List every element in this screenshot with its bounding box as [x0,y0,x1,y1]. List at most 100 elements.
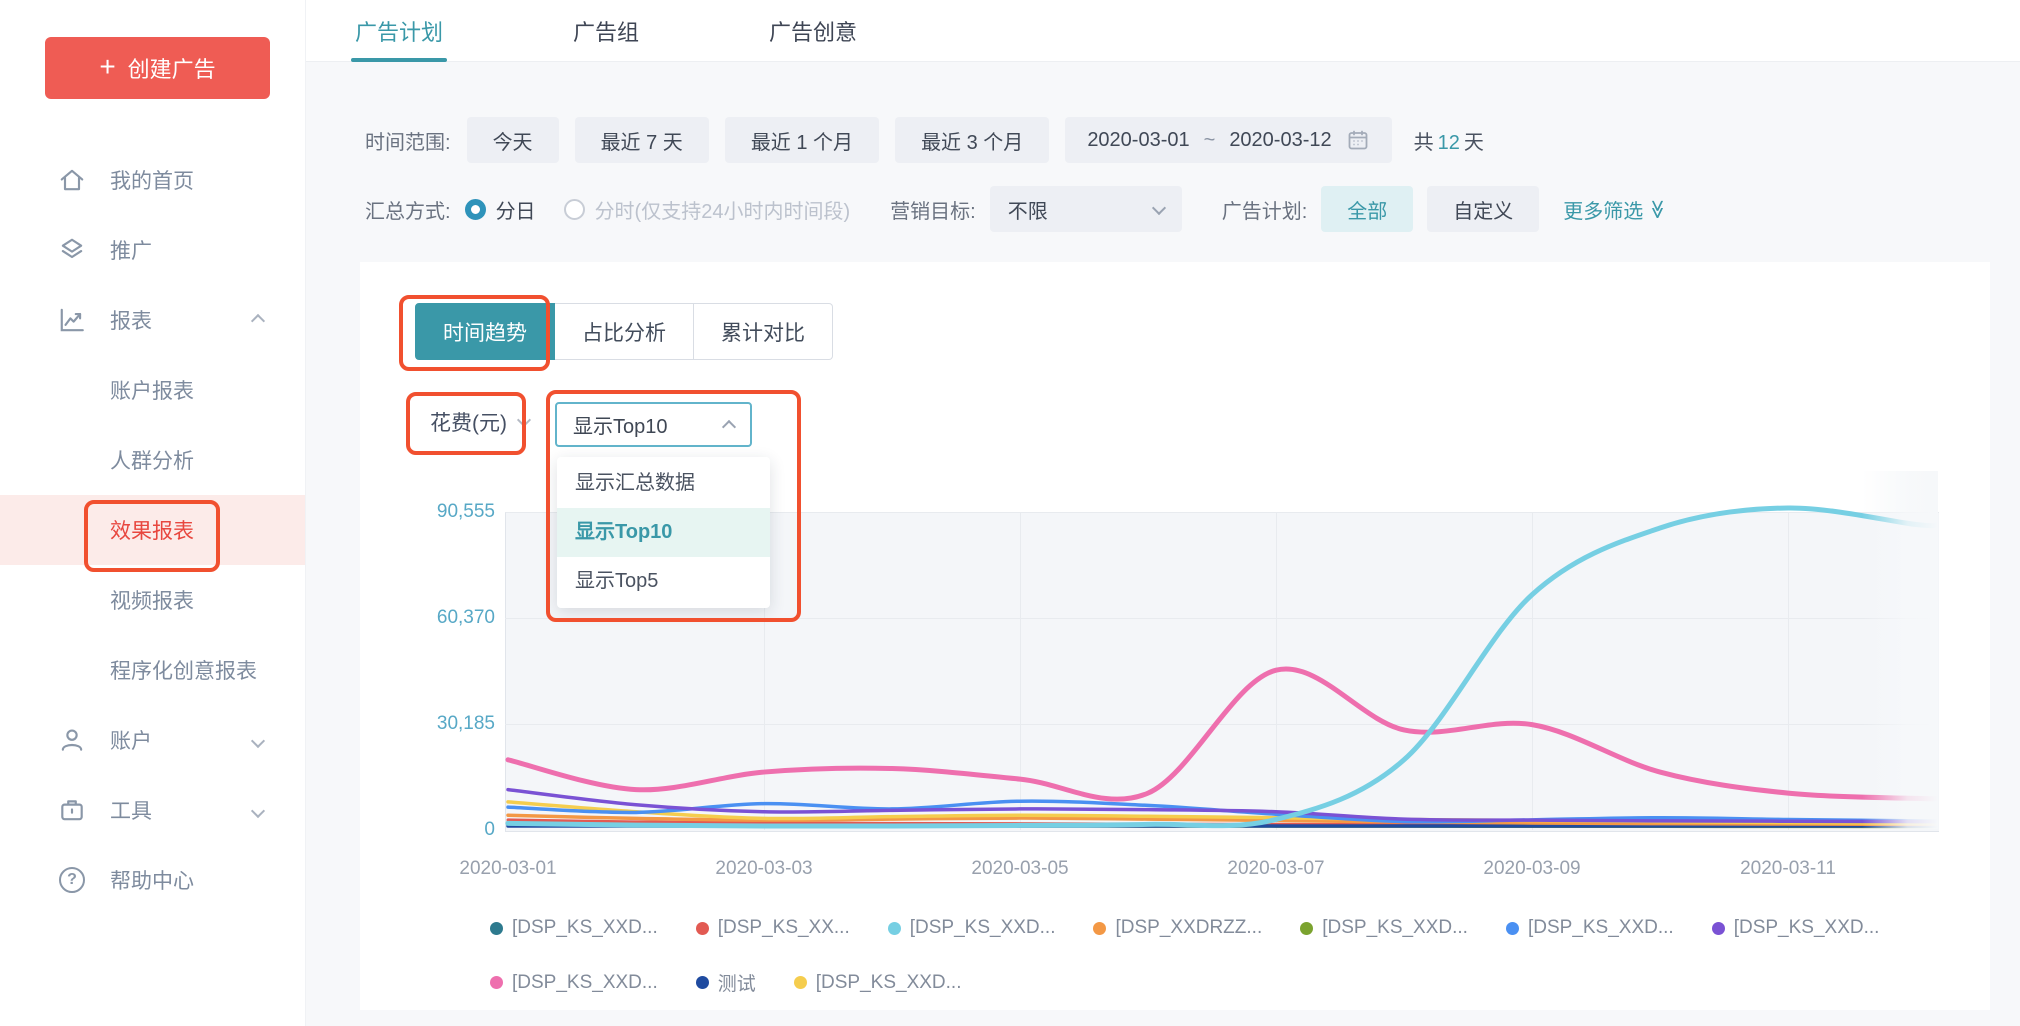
horizontal-gridline [505,618,1938,619]
time-range-label: 时间范围: [365,126,451,155]
topn-select-value: 显示Top10 [573,410,668,439]
sidebar-subitem-效果报表[interactable]: 效果报表 [0,495,305,565]
quick-range-chip-最近 7 天[interactable]: 最近 7 天 [575,117,709,163]
legend-label: [DSP_KS_XXD... [910,917,1056,939]
campaign-custom-chip[interactable]: 自定义 [1427,186,1539,232]
top-tab-bar: 广告计划 广告组 广告创意 [305,0,2020,62]
topn-option-显示Top5[interactable]: 显示Top5 [557,557,770,606]
sidebar-item-推广[interactable]: 推广 [0,215,305,285]
more-filters-label: 更多筛选 [1563,195,1643,224]
topn-option-显示汇总数据[interactable]: 显示汇总数据 [557,459,770,508]
x-tick-label: 2020-03-05 [945,858,1095,880]
sidebar-item-我的首页[interactable]: 我的首页 [0,145,305,215]
chevron-down-icon [517,413,531,427]
double-chevron-down-icon: ≫ [1648,199,1667,219]
sidebar-item-label: 报表 [110,305,152,335]
x-tick-label: 2020-03-03 [689,858,839,880]
create-ad-button[interactable]: + 创建广告 [45,37,270,99]
vertical-gridline [1532,512,1533,830]
topn-select[interactable]: 显示Top10 [555,402,752,447]
chart-tab-占比分析[interactable]: 占比分析 [555,303,694,360]
x-tick-label: 2020-03-07 [1201,858,1351,880]
legend-item[interactable]: [DSP_KS_XXD... [794,969,962,996]
legend-dot [490,922,503,935]
legend-item[interactable]: [DSP_KS_XX... [696,917,850,939]
radio-by-day-label[interactable]: 分日 [496,195,536,224]
legend-dot [1712,922,1725,935]
chevron-up-icon [722,419,736,433]
chart-tab-累计对比[interactable]: 累计对比 [694,303,833,360]
y-tick-label: 60,370 [377,607,495,629]
sidebar-item-帮助中心[interactable]: ?帮助中心 [0,845,305,915]
quick-range-chip-最近 1 个月[interactable]: 最近 1 个月 [725,117,879,163]
date-start[interactable]: 2020-03-01 [1087,129,1189,152]
summary-label: 汇总方式: [365,195,451,224]
create-ad-label: 创建广告 [128,52,216,84]
y-tick-label: 0 [377,819,495,841]
legend-item[interactable]: [DSP_KS_XXD... [1712,917,1880,939]
help-icon: ? [58,866,86,894]
tab-广告组[interactable]: 广告组 [573,0,639,62]
topn-option-显示Top10[interactable]: 显示Top10 [557,508,770,557]
legend-item[interactable]: [DSP_KS_XXD... [490,917,658,939]
horizontal-gridline [505,724,1938,725]
report-submenu: 账户报表人群分析效果报表视频报表程序化创意报表 [0,355,305,705]
sidebar-subitem-人群分析[interactable]: 人群分析 [0,425,305,495]
sidebar-item-报表[interactable]: 报表 [0,285,305,355]
tab-广告计划[interactable]: 广告计划 [355,0,443,62]
legend-dot [490,976,503,989]
topn-dropdown: 显示汇总数据显示Top10显示Top5 [557,457,770,608]
sidebar-subitem-程序化创意报表[interactable]: 程序化创意报表 [0,635,305,705]
chart-legend-row-1: [DSP_KS_XXD... [DSP_KS_XX... [DSP_KS_XXD..… [490,917,1879,939]
legend-item[interactable]: [DSP_XXDRZZ... [1093,917,1262,939]
date-tilde: ~ [1204,129,1216,152]
marketing-goal-value: 不限 [1008,195,1048,224]
date-range-picker[interactable]: 2020-03-01 ~ 2020-03-12 [1065,117,1391,163]
chart-tab-时间趋势[interactable]: 时间趋势 [415,303,555,360]
sidebar-subitem-视频报表[interactable]: 视频报表 [0,565,305,635]
legend-label: [DSP_KS_XXD... [512,917,658,939]
total-days-value: 12 [1434,132,1464,154]
legend-item[interactable]: [DSP_KS_XXD... [490,969,658,996]
radio-by-hour[interactable] [564,199,585,220]
chevron-up-icon [251,314,265,328]
legend-dot [696,976,709,989]
sidebar-item-账户[interactable]: 账户 [0,705,305,775]
sidebar-subitem-账户报表[interactable]: 账户报表 [0,355,305,425]
campaign-all-chip[interactable]: 全部 [1321,186,1413,232]
sidebar-item-label: 账户 [110,725,152,755]
calendar-icon[interactable] [1346,128,1370,152]
legend-dot [696,922,709,935]
legend-label: [DSP_KS_XXD... [816,972,962,994]
x-tick-label: 2020-03-11 [1713,858,1863,880]
radio-by-hour-label[interactable]: 分时(仅支持24小时内时间段) [595,195,851,224]
legend-dot [1300,922,1313,935]
x-tick-label: 2020-03-09 [1457,858,1607,880]
sidebar-item-label: 我的首页 [110,165,194,195]
legend-dot [1093,922,1106,935]
chevron-down-icon [1152,200,1166,214]
quick-range-chip-今天[interactable]: 今天 [467,117,559,163]
sidebar-item-工具[interactable]: 工具 [0,775,305,845]
radio-by-day[interactable] [465,199,486,220]
marketing-goal-select[interactable]: 不限 [990,186,1182,232]
quick-range-chip-最近 3 个月[interactable]: 最近 3 个月 [895,117,1049,163]
metric-selector[interactable]: 花费(元) [430,407,529,437]
campaign-filter-label: 广告计划: [1222,195,1308,224]
date-end[interactable]: 2020-03-12 [1229,129,1331,152]
more-filters-button[interactable]: 更多筛选 ≫ [1563,195,1667,224]
sidebar-nav-bottom: 账户工具?帮助中心 [0,705,305,915]
legend-item[interactable]: [DSP_KS_XXD... [1506,917,1674,939]
chart-icon [58,306,86,334]
legend-item[interactable]: [DSP_KS_XXD... [888,917,1056,939]
app: + 创建广告 我的首页推广报表 账户报表人群分析效果报表视频报表程序化创意报表 … [0,0,2020,1026]
chevron-down-icon [251,734,265,748]
vertical-gridline [1788,512,1789,830]
tab-广告创意[interactable]: 广告创意 [769,0,857,62]
legend-item[interactable]: 测试 [696,969,756,996]
legend-label: [DSP_KS_XXD... [512,972,658,994]
y-tick-label: 30,185 [377,713,495,735]
plus-icon: + [99,53,115,81]
legend-item[interactable]: [DSP_KS_XXD... [1300,917,1468,939]
total-days: 共12天 [1414,126,1484,155]
